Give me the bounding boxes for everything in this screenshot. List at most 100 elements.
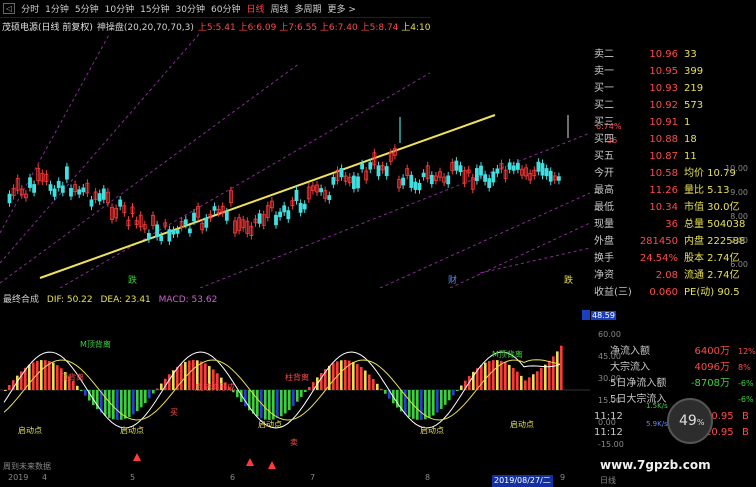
macd-bar [116,390,119,420]
price-tick: 8.00 [730,212,748,221]
candle-body [384,166,389,177]
macd-annotation-0: M顶背离 [80,339,111,349]
macd-bar [408,390,411,418]
quote-label: 外盘 [594,236,614,247]
level-1: 上6:6.09 [238,22,280,33]
guide-line [59,72,431,288]
macd-bar [160,383,163,390]
macd-bar [528,377,531,390]
macd-bar [76,385,79,390]
level-0: 上5:5.41 [197,22,239,33]
macd-bar [376,383,379,390]
period-tab-7[interactable]: 日线 [246,2,264,15]
candle-body [429,174,434,185]
macd-annotation-8: 启动点 [420,425,444,435]
candle-body [479,165,483,176]
period-tab-0[interactable]: 分时 [21,2,39,15]
candle-body [146,232,151,240]
macd-bar [440,390,443,409]
period-tab-5[interactable]: 30分钟 [176,2,205,15]
candle-body [282,205,287,213]
time-tick: 4 [42,473,48,482]
macd-tick: 45.00 [598,352,621,361]
quote-price: 10.87 [649,151,678,162]
quote-volume: 11 [684,151,697,162]
macd-bar [340,360,343,390]
quote-table: 卖二 10.96 33 卖一 10.95 399 买一 10.93 219 买二 10.92 573 买… [590,48,756,324]
macd-bar [128,390,131,417]
quote-price: 2.08 [655,270,678,281]
time-tick: 9 [560,473,566,482]
macd-bar [156,388,159,390]
macd-bar [452,390,455,396]
period-tab-6[interactable]: 60分钟 [211,2,240,15]
macd-bar [504,362,507,390]
candle-body [356,176,360,189]
macd-annotation-6: 启动点 [120,425,144,435]
period-tab-10[interactable]: 更多 > [328,2,356,15]
macd-bar [552,356,555,390]
candle-body [159,235,164,242]
candle-body [351,175,356,189]
macd-chart[interactable]: M顶背离M顶背离顶背离底结构形成柱背离启动点 启动点启动点启动点启动点买卖 [0,305,590,470]
indicator-title: 神操盘(20,20,70,70,3) [96,22,194,33]
price-tick: 7.00 [730,236,748,245]
quote-price: 10.92 [649,100,678,111]
candle-body [474,168,479,182]
candle-body [171,230,176,235]
candle-body [536,161,541,172]
candle-body [183,219,188,225]
change-count: 36 [607,136,618,145]
back-button[interactable]: ◁ [3,3,16,14]
macd-bar [524,380,527,390]
period-tab-4[interactable]: 15分钟 [140,2,169,15]
quote-price: 10.91 [649,117,678,128]
macd-bar [420,390,423,420]
candle-body [331,176,336,185]
candle-body [417,182,422,191]
candle-body [376,165,381,177]
macd-value: MACD: 53.62 [158,295,218,305]
candle-body [483,174,488,182]
candle-body [409,174,414,188]
period-tab-1[interactable]: 1分钟 [45,2,69,15]
time-tick: 8 [425,473,431,482]
macd-dea: DEA: 23.41 [100,295,151,305]
candlestick-chart[interactable]: 跌财跌 [0,33,590,288]
candle-body [187,228,192,234]
macd-tick: 30.00 [598,374,621,383]
macd-bar [120,390,123,420]
period-label: 日线 [600,476,616,485]
candle-body [516,162,520,170]
period-tab-2[interactable]: 5分钟 [75,2,99,15]
macd-bar [384,390,387,394]
macd-bar [332,363,335,390]
macd-bar [236,390,239,398]
candle-body [212,206,217,211]
macd-bar [492,360,495,390]
macd-bar [168,374,171,390]
quote-row: 卖一 10.95 399 [590,65,756,79]
candle-body [155,224,160,237]
macd-annotation-3: 底结构形成 [195,382,235,392]
period-tab-9[interactable]: 多周期 [294,2,321,15]
macd-bar [380,388,383,390]
macd-bar [484,362,487,390]
macd-annotation-7: 启动点 [258,419,282,429]
macd-annotation-9: 启动点 [510,419,534,429]
macd-bar [144,390,147,404]
macd-bar [436,390,439,413]
macd-bar [4,390,7,391]
macd-bar [148,390,151,399]
quote-label: 收益(三) [594,287,632,298]
quote-row: 净资 2.08 流通 2.74亿 [590,269,756,283]
period-tab-3[interactable]: 10分钟 [105,2,134,15]
period-tab-8[interactable]: 周线 [270,2,288,15]
quote-price: 11.26 [649,185,678,196]
macd-bar [364,370,367,390]
flow-percent: -6% [738,379,754,388]
macd-bar [280,390,283,417]
candle-body [28,177,32,188]
flow-label: 大宗流入 [610,362,650,373]
quote-price: 0.060 [649,287,678,298]
